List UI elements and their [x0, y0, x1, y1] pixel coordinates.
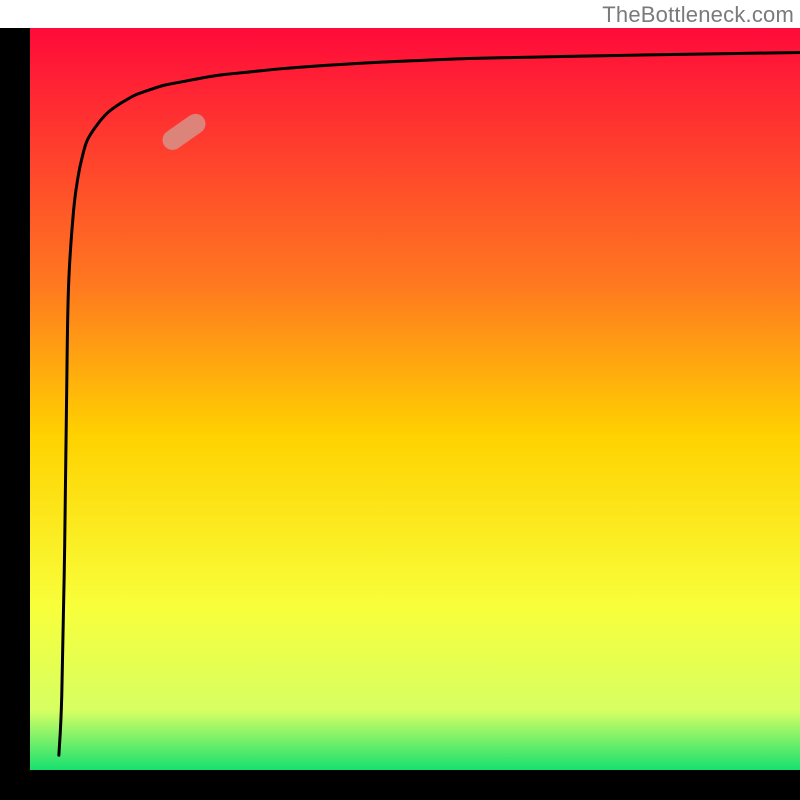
watermark-text: TheBottleneck.com — [602, 2, 794, 28]
bottleneck-chart — [0, 0, 800, 800]
axis-left — [0, 28, 30, 800]
chart-stage: TheBottleneck.com — [0, 0, 800, 800]
axis-bottom — [0, 770, 800, 800]
plot-background — [30, 28, 800, 770]
